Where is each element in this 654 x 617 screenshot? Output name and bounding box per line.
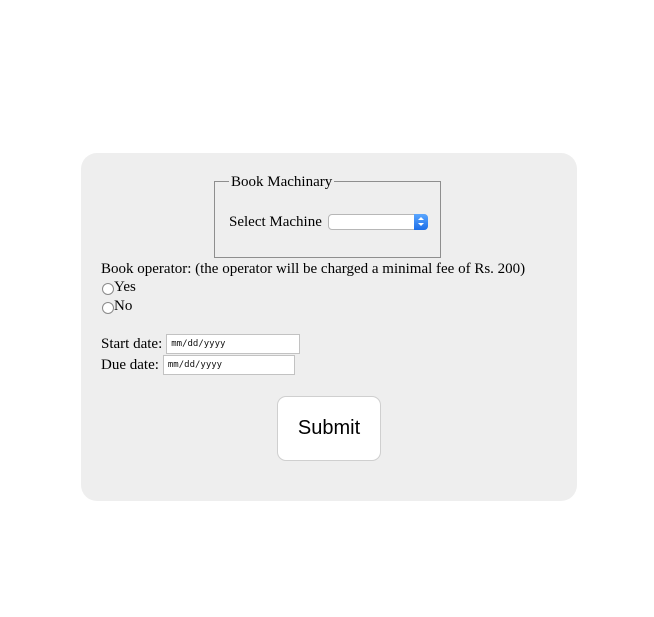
select-machine-label: Select Machine	[229, 214, 322, 230]
due-date-row: Due date: mm/dd/yyyy	[101, 355, 295, 375]
booking-form-card: Book Machinary Select Machine Book opera…	[81, 153, 577, 501]
start-date-label: Start date:	[101, 336, 163, 352]
chevron-updown-icon[interactable]	[414, 214, 428, 230]
due-date-label: Due date:	[101, 357, 159, 373]
submit-button[interactable]: Submit	[277, 396, 381, 461]
radio-no[interactable]	[102, 301, 114, 314]
radio-yes-label: Yes	[114, 279, 136, 295]
radio-no-row[interactable]: No	[102, 297, 132, 315]
fieldset-legend: Book Machinary	[229, 173, 335, 191]
radio-no-label: No	[114, 298, 133, 314]
start-date-row: Start date: mm/dd/yyyy	[101, 334, 301, 354]
radio-yes-row[interactable]: Yes	[102, 278, 136, 296]
machinery-fieldset: Book Machinary Select Machine	[214, 173, 441, 258]
book-operator-label: Book operator: (the operator will be cha…	[101, 261, 526, 277]
start-date-input[interactable]: mm/dd/yyyy	[166, 334, 301, 354]
machine-select[interactable]	[328, 214, 428, 230]
radio-yes[interactable]	[102, 282, 114, 295]
due-date-input[interactable]: mm/dd/yyyy	[162, 355, 295, 375]
